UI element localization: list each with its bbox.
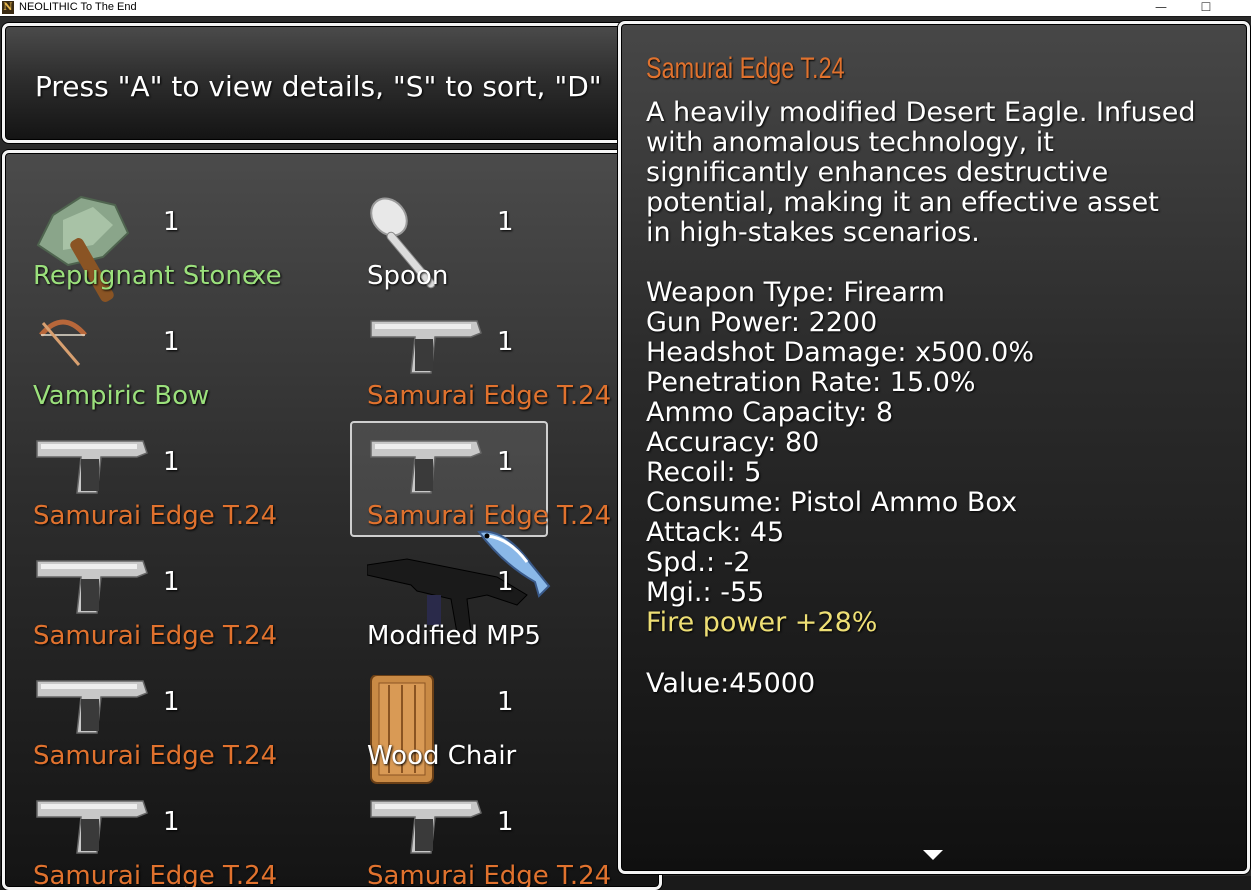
description-line: in high-stakes scenarios. [646, 217, 980, 248]
detail-title: Samurai Edge T.24 [646, 52, 845, 85]
pistol-icon [36, 800, 148, 854]
minimize-button[interactable]: — [1141, 0, 1181, 16]
stat-penetration-rate: Penetration Rate: 15.0% [646, 367, 976, 398]
maximize-button[interactable]: ☐ [1186, 0, 1226, 16]
item-count: 1 [163, 447, 180, 477]
game-screen: Press "A" to view details, "S" to sort, … [0, 17, 1251, 890]
item-name: Samurai Edge T.24 [33, 621, 278, 651]
description-line: potential, making it an effective asset [646, 187, 1159, 218]
list-item[interactable]: 1 Samurai Edge T.24 [33, 675, 353, 785]
item-count: 1 [497, 207, 514, 237]
item-name: Spoon [367, 261, 449, 291]
stat-accuracy: Accuracy: 80 [646, 427, 820, 458]
list-item[interactable]: 1 Samurai Edge T.24 [33, 555, 353, 665]
app-icon: N [2, 1, 14, 14]
pistol-icon [370, 320, 482, 374]
list-item[interactable]: 1 Repugnant Stone xe [33, 195, 353, 305]
help-window: Press "A" to view details, "S" to sort, … [2, 23, 662, 143]
item-count: 1 [163, 807, 180, 837]
item-name: Samurai Edge T.24 [367, 381, 612, 411]
detail-stats: Weapon Type: Firearm Gun Power: 2200 Hea… [646, 278, 1034, 638]
item-count: 1 [497, 807, 514, 837]
stat-speed: Spd.: -2 [646, 547, 751, 578]
list-item[interactable]: 1 Samurai Edge T.24 [33, 435, 353, 545]
detail-description: A heavily modified Desert Eagle. Infused… [646, 98, 1246, 248]
item-count: 1 [163, 207, 180, 237]
fish-cursor-icon [477, 530, 551, 598]
item-list-window: 1 Repugnant Stone xe 1 Spoon 1 Vampiric … [2, 150, 662, 890]
item-count: 1 [163, 687, 180, 717]
pistol-icon [370, 800, 482, 854]
description-line: with anomalous technology, it [646, 127, 1054, 158]
stat-headshot-damage: Headshot Damage: x500.0% [646, 337, 1035, 368]
pistol-icon [36, 680, 148, 734]
stat-magic: Mgi.: -55 [646, 577, 765, 608]
item-name: Modified MP5 [367, 621, 541, 651]
item-name: Wood Chair [367, 741, 517, 771]
window-title: NEOLITHIC To The End [19, 1, 137, 13]
description-line: significantly enhances destructive [646, 157, 1109, 188]
item-count: 1 [497, 327, 514, 357]
item-count: 1 [163, 567, 180, 597]
stat-gun-power: Gun Power: 2200 [646, 307, 878, 338]
stat-bonus: Fire power +28% [646, 607, 878, 638]
stat-consume: Consume: Pistol Ammo Box [646, 487, 1018, 518]
list-item[interactable]: 1 Vampiric Bow [33, 315, 353, 425]
item-name-suffix: xe [251, 261, 282, 291]
item-detail-window: Samurai Edge T.24 A heavily modified Des… [618, 21, 1250, 874]
item-count: 1 [497, 447, 514, 477]
stat-weapon-type: Weapon Type: Firearm [646, 277, 945, 308]
item-count: 1 [163, 327, 180, 357]
item-count: 1 [497, 687, 514, 717]
pistol-icon [36, 560, 148, 614]
item-name: Repugnant Stone [33, 261, 258, 291]
bow-icon [39, 319, 87, 366]
stat-recoil: Recoil: 5 [646, 457, 762, 488]
scroll-down-arrow-icon[interactable] [923, 850, 943, 860]
item-name: Vampiric Bow [33, 381, 210, 411]
window-title-bar: N NEOLITHIC To The End — ☐ [0, 0, 1251, 16]
help-text: Press "A" to view details, "S" to sort, … [35, 70, 602, 103]
item-value: Value:45000 [646, 668, 816, 699]
description-line: A heavily modified Desert Eagle. Infused [646, 97, 1196, 128]
pistol-icon [370, 440, 482, 494]
item-name: Samurai Edge T.24 [33, 741, 278, 771]
pistol-icon [36, 440, 148, 494]
stat-attack: Attack: 45 [646, 517, 785, 548]
item-name: Samurai Edge T.24 [33, 501, 278, 531]
stat-ammo-capacity: Ammo Capacity: 8 [646, 397, 894, 428]
